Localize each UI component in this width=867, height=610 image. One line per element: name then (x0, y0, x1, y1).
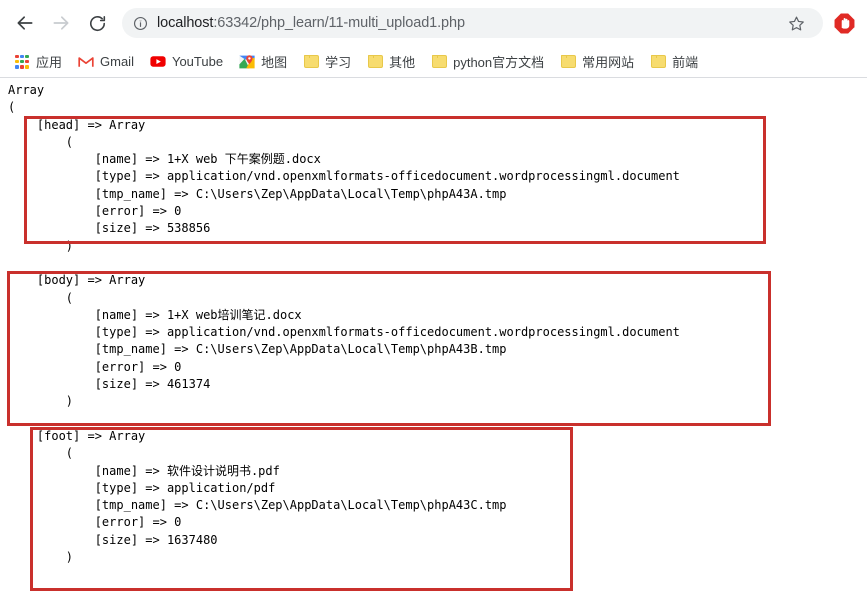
folder-icon (303, 54, 319, 70)
google-maps-icon (239, 54, 255, 70)
page-content: Array ( [head] => Array ( [name] => 1+X … (0, 78, 867, 609)
adblock-icon[interactable] (829, 8, 859, 38)
browser-toolbar: localhost:63342/php_learn/11-multi_uploa… (0, 0, 867, 46)
bookmark-label: 地图 (261, 55, 288, 70)
bookmark-folder-study[interactable]: 学习 (295, 50, 359, 74)
bookmark-maps[interactable]: 地图 (231, 50, 295, 74)
url-text[interactable]: localhost:63342/php_learn/11-multi_uploa… (157, 15, 781, 31)
star-icon[interactable] (781, 8, 811, 38)
youtube-icon (150, 54, 166, 70)
bookmark-label: 前端 (672, 55, 699, 70)
bookmark-label: YouTube (171, 54, 224, 69)
bookmark-label: 常用网站 (582, 55, 635, 70)
folder-icon (367, 54, 383, 70)
bookmark-youtube[interactable]: YouTube (142, 50, 231, 74)
bookmark-label: 应用 (36, 55, 63, 70)
arrow-left-icon (15, 13, 35, 33)
folder-icon (431, 54, 447, 70)
bookmark-label: 学习 (325, 55, 352, 70)
bookmark-label: Gmail (100, 54, 134, 69)
arrow-right-icon (51, 13, 71, 33)
bookmark-apps[interactable]: 应用 (6, 50, 70, 74)
php-print-r-output: Array ( [head] => Array ( [name] => 1+X … (8, 83, 680, 565)
url-host: localhost (157, 15, 214, 31)
bookmarks-bar: 应用 Gmail YouTube 地图 学习 其他 python官方文档 常用网… (0, 46, 867, 78)
url-path: :63342/php_learn/11-multi_upload1.php (213, 15, 465, 31)
bookmark-folder-python-docs[interactable]: python官方文档 (423, 50, 552, 74)
forward-button (44, 6, 78, 40)
bookmark-folder-common-sites[interactable]: 常用网站 (552, 50, 642, 74)
gmail-icon (78, 54, 94, 70)
folder-icon (650, 54, 666, 70)
reload-icon (88, 14, 107, 33)
bookmark-folder-other[interactable]: 其他 (359, 50, 423, 74)
folder-icon (560, 54, 576, 70)
info-circle-icon[interactable] (133, 16, 148, 31)
apps-grid-icon (14, 54, 30, 70)
browser-chrome: localhost:63342/php_learn/11-multi_uploa… (0, 0, 867, 78)
bookmark-label: 其他 (389, 55, 416, 70)
bookmark-folder-frontend[interactable]: 前端 (642, 50, 706, 74)
reload-button[interactable] (80, 6, 114, 40)
address-bar[interactable]: localhost:63342/php_learn/11-multi_uploa… (122, 8, 823, 38)
bookmark-gmail[interactable]: Gmail (70, 50, 142, 74)
bookmark-label: python官方文档 (453, 55, 545, 70)
back-button[interactable] (8, 6, 42, 40)
